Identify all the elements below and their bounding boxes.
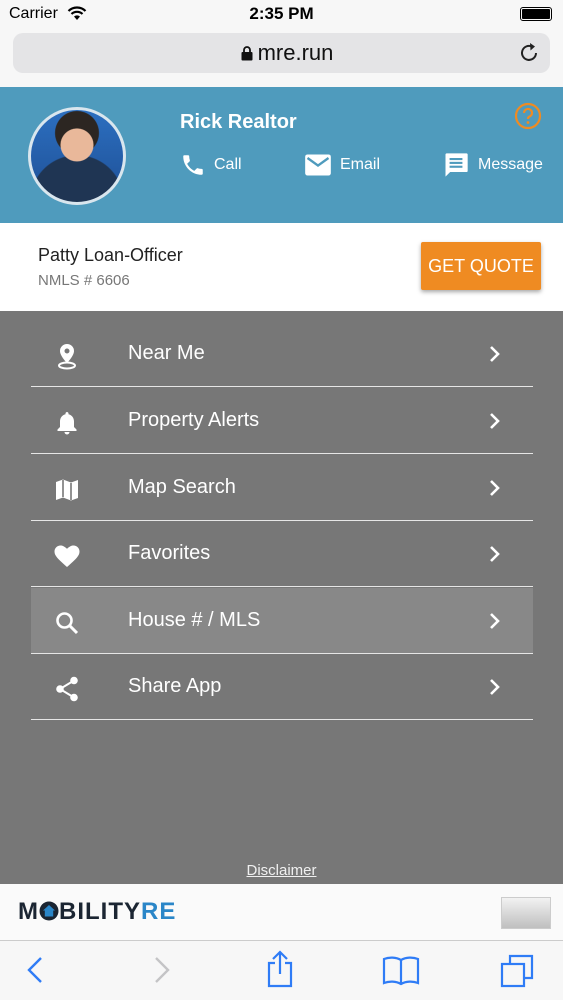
menu-item-property-alerts[interactable]: Property Alerts [31, 388, 533, 454]
partner-badge-image [501, 897, 551, 929]
share-sheet-icon[interactable] [264, 950, 296, 988]
chat-bubble-icon [445, 153, 468, 177]
mobilityre-logo: M BILITYRE [18, 898, 177, 925]
chevron-right-icon [490, 679, 500, 695]
menu-item-label: Share App [128, 675, 222, 697]
menu-item-label: House # / MLS [128, 609, 261, 631]
menu-item-near-me[interactable]: Near Me [31, 321, 533, 387]
menu-item-house-mls[interactable]: House # / MLS [31, 588, 533, 654]
call-button[interactable]: Call [180, 149, 242, 181]
status-bar: Carrier 2:35 PM [0, 0, 563, 28]
menu-item-share-app[interactable]: Share App [31, 654, 533, 720]
menu-item-label: Near Me [128, 342, 205, 364]
address-bar[interactable]: mre.run [13, 33, 550, 73]
get-quote-button[interactable]: GET QUOTE [421, 242, 541, 290]
search-icon [56, 612, 79, 635]
main-menu: Near Me Property Alerts Map Search Favor… [0, 311, 563, 884]
browser-toolbar [0, 940, 563, 1000]
map-icon [56, 479, 78, 501]
call-label: Call [214, 156, 242, 173]
location-pin-icon [58, 344, 76, 370]
bell-icon [57, 412, 77, 435]
menu-item-label: Property Alerts [128, 409, 260, 431]
clock: 2:35 PM [249, 4, 314, 23]
agent-name: Rick Realtor [180, 111, 297, 133]
chevron-right-icon [490, 613, 500, 629]
email-button[interactable]: Email [304, 149, 380, 181]
message-label: Message [478, 156, 543, 173]
agent-header: Rick Realtor Call Email Message [0, 87, 563, 223]
menu-item-label: Favorites [128, 542, 211, 564]
back-icon[interactable] [20, 954, 52, 986]
battery-icon [520, 7, 552, 21]
forward-icon[interactable] [145, 954, 177, 986]
message-button[interactable]: Message [442, 149, 543, 181]
reload-icon[interactable] [518, 42, 540, 64]
menu-item-label: Map Search [128, 476, 236, 498]
envelope-icon [305, 154, 331, 176]
loan-officer-nmls: NMLS # 6606 [38, 272, 130, 289]
agent-avatar [28, 107, 126, 205]
house-icon [39, 901, 59, 921]
chevron-right-icon [490, 546, 500, 562]
bookmarks-icon[interactable] [382, 954, 420, 986]
share-icon [56, 676, 78, 702]
disclaimer-link[interactable]: Disclaimer [0, 862, 563, 879]
heart-icon [54, 545, 80, 567]
chevron-right-icon [490, 413, 500, 429]
menu-item-map-search[interactable]: Map Search [31, 455, 533, 521]
chevron-right-icon [490, 480, 500, 496]
help-icon[interactable] [514, 102, 542, 130]
menu-item-favorites[interactable]: Favorites [31, 521, 533, 587]
browser-address-area: mre.run [0, 28, 563, 86]
loan-officer-name: Patty Loan-Officer [38, 245, 183, 265]
phone-icon [183, 155, 203, 175]
brand-footer: M BILITYRE [0, 884, 563, 940]
url-text: mre.run [257, 40, 334, 65]
email-label: Email [340, 156, 381, 173]
tabs-icon[interactable] [500, 954, 536, 990]
loan-officer-panel: Patty Loan-Officer NMLS # 6606 GET QUOTE [0, 223, 563, 311]
chevron-right-icon [490, 346, 500, 362]
